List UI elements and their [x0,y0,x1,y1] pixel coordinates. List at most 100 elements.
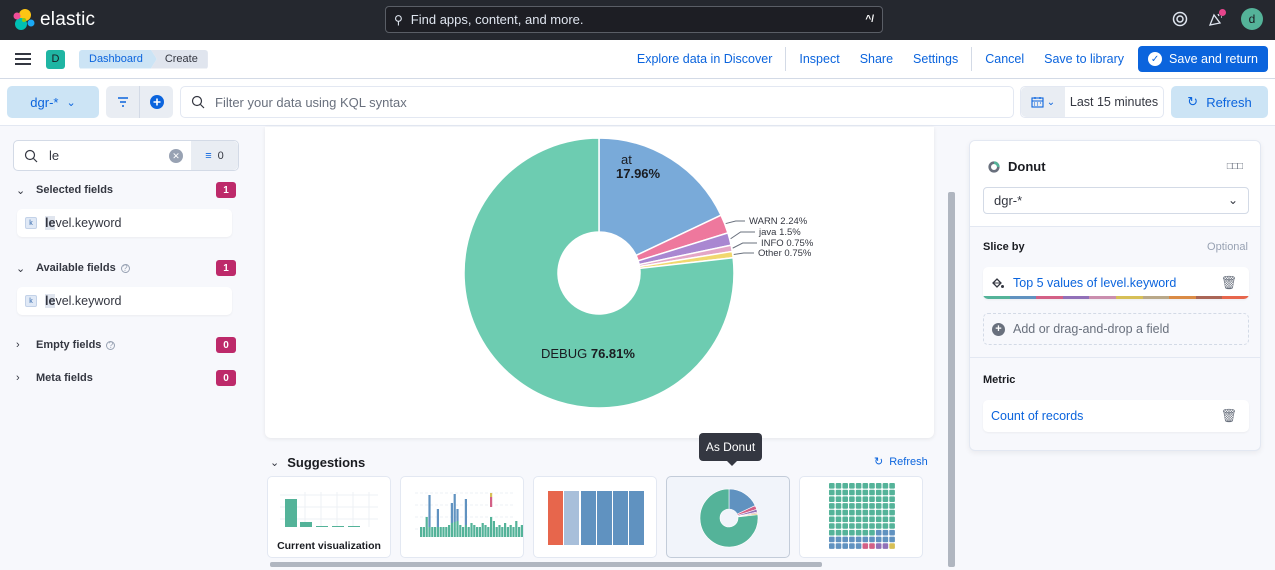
donut-chart[interactable]: at17.96%DEBUG 76.81%WARN 2.24%java 1.5%I… [265,127,934,438]
field-name-match: le [45,216,56,230]
waffle-cell [835,529,842,536]
suggestion-waffle[interactable] [799,476,923,558]
help-icon[interactable]: ? [106,340,116,350]
menu-toggle-button[interactable] [15,53,31,65]
thumb-bar [490,497,493,507]
waffle-cell [855,523,862,529]
refresh-icon: ↻ [1187,94,1199,109]
metric-dimension[interactable]: Count of records 🗑 [983,400,1249,432]
suggestion-donut[interactable] [666,476,790,558]
layer-data-view-select[interactable]: dgr-* ⌄ [983,187,1249,214]
keyword-type-icon: k [25,217,37,229]
color-palette-strip [983,296,1249,299]
section-available-fields[interactable]: ⌄ Available fields ? 1 [16,260,236,276]
save-to-library-link[interactable]: Save to library [1034,52,1134,66]
paint-bucket-icon [992,278,1004,288]
trash-icon[interactable]: 🗑 [1220,408,1237,424]
explore-in-discover-link[interactable]: Explore data in Discover [627,52,782,66]
waffle-cell [849,516,855,523]
palette-swatch [1142,296,1170,299]
more-options-button[interactable]: □□□ [1227,161,1243,172]
chevron-down-icon: ⌄ [270,457,280,469]
save-and-return-button[interactable]: ✓ Save and return [1138,46,1268,72]
field-search-input[interactable]: le ✕ ≡ 0 [13,140,239,171]
suggestion-treemap[interactable] [533,476,657,558]
user-avatar[interactable]: d [1241,8,1263,30]
share-link[interactable]: Share [850,52,903,66]
waffle-cell [835,503,842,509]
field-name-rest: vel.keyword [55,216,122,230]
waffle-cell [889,543,895,549]
waffle-cell [889,489,895,496]
slice-label-other: Other 0.75% [758,248,812,259]
waffle-cell [869,509,875,516]
suggestions-header[interactable]: ⌄ Suggestions [270,455,365,470]
global-search-input[interactable]: ⚲ Find apps, content, and more. ^/ [385,6,883,33]
thumb-bar [436,527,439,537]
waffle-cell [862,529,869,536]
chevron-down-icon: ⌄ [16,262,26,275]
field-item-level-keyword[interactable]: k level.keyword [17,287,232,315]
section-meta-fields[interactable]: › Meta fields 0 [16,370,236,386]
waffle-cell [882,483,889,489]
section-selected-fields[interactable]: ⌄ Selected fields 1 [16,182,236,198]
top-nav-bar: elastic ⚲ Find apps, content, and more. … [0,0,1275,40]
brand-name: elastic [40,9,96,30]
clear-search-icon[interactable]: ✕ [169,149,183,163]
waffle-cell [829,523,835,529]
waffle-cell [882,523,889,529]
quick-menu-button[interactable]: ⌄ [1021,87,1065,117]
waffle-cell [829,483,835,489]
news-feed-button[interactable] [1205,8,1227,30]
kql-query-input[interactable]: Filter your data using KQL syntax [180,86,1014,118]
elastic-logo[interactable]: elastic [12,8,95,32]
thumb-bar [490,493,493,497]
thumb-bar [425,517,428,537]
suggestions-refresh-button[interactable]: ↻ Refresh [874,455,928,469]
refresh-button[interactable]: ↻ Refresh [1171,86,1268,118]
waffle-cell [882,503,889,509]
section-empty-fields[interactable]: › Empty fields ? 0 [16,337,236,353]
search-icon [24,149,38,162]
cancel-link[interactable]: Cancel [975,52,1034,66]
vertical-scrollbar[interactable] [948,192,955,567]
help-icon[interactable]: ? [120,263,130,273]
field-name-match: le [45,294,56,308]
suggestion-current-visualization[interactable]: Current visualization [267,476,391,558]
waffle-cell [849,489,855,496]
breadcrumb-dashboard[interactable]: Dashboard [79,50,157,69]
trash-icon[interactable]: 🗑 [1220,275,1237,291]
waffle-cell [875,529,882,536]
visualization-panel: at 17.96% DEBUG 76.81% WARN 2.24% java 1.5% I… [265,127,934,438]
thumb-bar [495,527,498,537]
treemap-thumbnail [548,491,644,545]
chart-type-switcher[interactable]: Donut [988,159,1046,174]
filter-menu-button[interactable] [106,86,140,118]
time-range-display[interactable]: Last 15 minutes [1065,87,1163,117]
help-menu-button[interactable] [1169,8,1191,30]
horizontal-scrollbar[interactable] [270,562,822,567]
filter-icon [117,97,128,107]
waffle-cell [855,543,862,549]
add-filter-button[interactable] [140,86,173,118]
inspect-link[interactable]: Inspect [789,52,849,66]
slice-by-dimension[interactable]: Top 5 values of level.keyword 🗑 [983,267,1249,299]
add-field-dropzone[interactable]: + Add or drag-and-drop a field [983,313,1249,345]
field-name-rest: vel.keyword [55,294,122,308]
space-avatar[interactable]: D [46,49,65,69]
breadcrumb-create: Create [150,49,208,69]
waffle-cell [849,543,855,549]
settings-link[interactable]: Settings [903,52,968,66]
chevron-down-icon: ⌄ [1046,96,1056,108]
thumb-bar [448,525,451,537]
field-item-level-keyword[interactable]: k level.keyword [17,209,232,237]
keyboard-shortcut-badge: ^/ [865,14,874,25]
leader-line-info [732,242,757,249]
waffle-cell [875,536,882,543]
waffle-cell [869,489,875,496]
suggestion-stacked-bar[interactable] [400,476,524,558]
field-type-filter-button[interactable]: ≡ 0 [191,141,238,170]
data-view-picker[interactable]: dgr-* ⌄ [7,86,99,118]
chevron-right-icon: › [16,372,20,384]
search-icon [191,95,205,109]
